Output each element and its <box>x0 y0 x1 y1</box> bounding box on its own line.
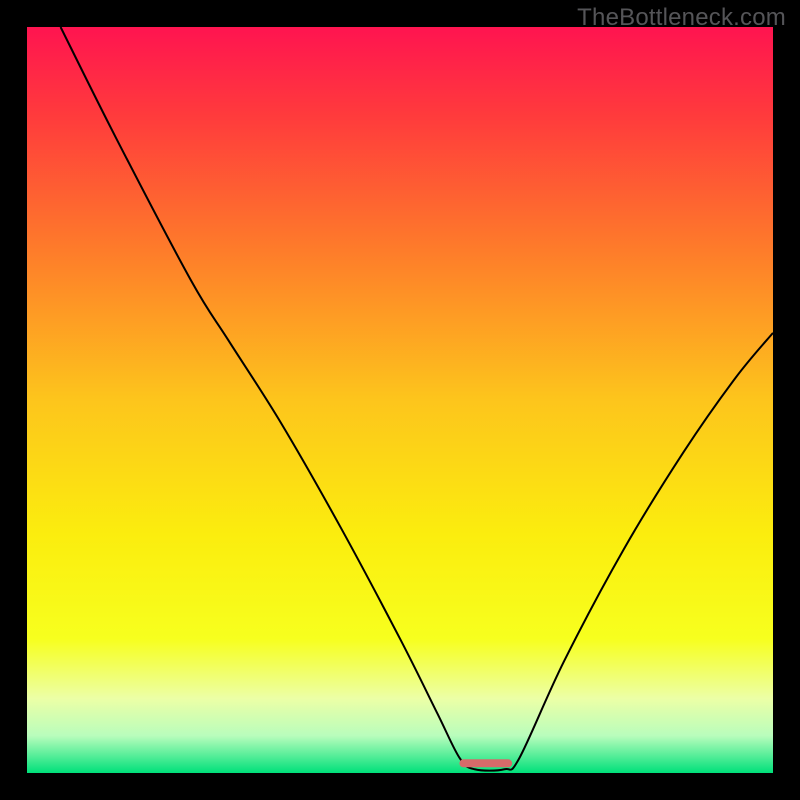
watermark-text: TheBottleneck.com <box>577 4 786 32</box>
plot-svg <box>27 27 773 773</box>
chart-frame: TheBottleneck.com <box>0 0 800 800</box>
plot-area <box>27 27 773 773</box>
plot-background <box>27 27 773 773</box>
